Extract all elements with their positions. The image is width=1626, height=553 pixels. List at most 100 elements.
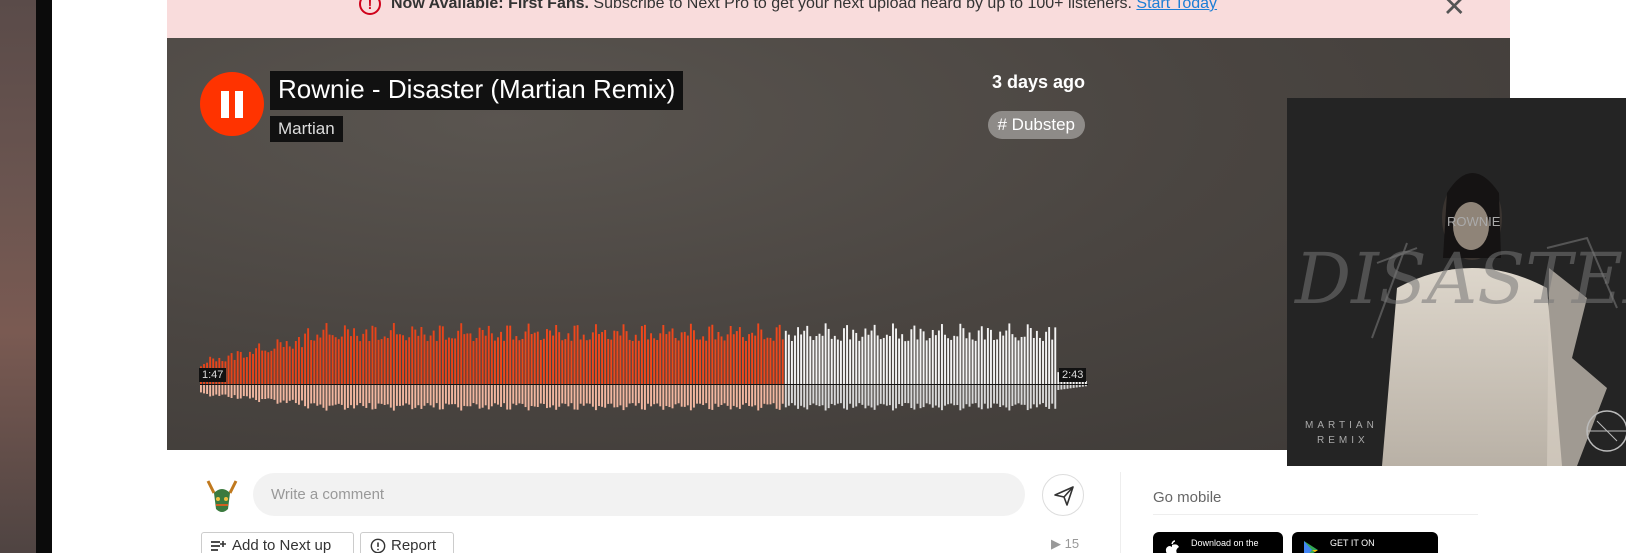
waveform-reflection-bar [493,385,496,404]
waveform-reflection-bar [466,385,469,407]
waveform-bar [953,335,956,384]
waveform-bar [297,337,300,384]
waveform-bar [735,331,738,384]
waveform-bar [487,325,490,384]
waveform-bar [582,334,585,384]
waveform-bar [386,337,389,384]
waveform-reflection-bar [895,385,897,409]
waveform-reflection-bar [542,385,545,404]
waveform-bar [411,326,414,384]
waveform-bar [322,329,325,384]
waveform-reflection-bar [1005,385,1008,408]
waveform-reflection-bar [610,385,613,404]
waveform-reflection-bar [974,385,977,404]
waveform-reflection-bar [1032,385,1035,405]
waveform[interactable] [200,300,1088,420]
waveform-reflection-bar [815,385,818,406]
waveform-bar [631,340,634,384]
send-button[interactable] [1042,474,1084,516]
waveform-reflection-bar [748,385,751,406]
waveform-bar [928,338,931,384]
waveform-reflection-bar [913,385,916,410]
waveform-bar [769,337,772,384]
waveform-bar [579,339,582,384]
waveform-bar [359,341,362,384]
waveform-reflection-bar [922,385,925,408]
waveform-reflection-bar [472,385,475,404]
waveform-reflection-bar [558,385,561,407]
waveform-bar [852,329,855,384]
waveform-bar [790,340,793,384]
waveform-bar [864,328,867,384]
waveform-bar [751,332,754,384]
google-play-icon [1304,541,1318,553]
waveform-reflection-bar [849,385,852,404]
waveform-bar [901,334,904,384]
waveform-bar [331,335,334,384]
waveform-reflection-bar [258,385,261,403]
track-artist[interactable]: Martian [270,116,343,142]
cover-artwork[interactable]: ROWNIE DISASTER MARTIAN REMIX [1287,98,1626,466]
waveform-reflection-bar [307,385,310,409]
waveform-bar [895,328,897,384]
waveform-bar [239,351,242,384]
report-button[interactable]: Report [360,532,454,553]
genre-tag[interactable]: # Dubstep [987,111,1085,139]
pause-icon [235,91,243,118]
start-today-link[interactable]: Start Today [1136,0,1217,12]
waveform-reflection-bar [1084,385,1087,387]
waveform-bar [867,334,870,384]
waveform-bar [1054,327,1057,384]
waveform-reflection-bar [803,385,806,408]
waveform-reflection-bar [570,385,573,404]
waveform-reflection-bar [1078,385,1081,388]
waveform-bar [689,323,692,384]
avatar[interactable] [200,475,244,519]
waveform-bar [463,334,466,384]
waveform-reflection-bar [999,385,1002,407]
waveform-reflection-bar [536,385,539,407]
waveform-bar [236,351,239,384]
waveform-reflection-bar [441,385,444,410]
waveform-reflection-bar [460,385,463,411]
waveform-reflection-bar [423,385,426,406]
waveform-bar [806,325,809,384]
waveform-reflection-bar [1026,385,1029,411]
waveform-reflection-bar [1066,385,1069,389]
waveform-reflection-bar [634,385,637,406]
waveform-reflection-bar [644,385,646,410]
waveform-bar [916,339,919,384]
waveform-reflection-bar [552,385,555,406]
waveform-bar [530,334,533,384]
comment-input[interactable] [253,473,1025,516]
waveform-bar [533,332,536,384]
waveform-reflection-bar [656,385,659,404]
waveform-bar [879,339,882,384]
close-icon[interactable]: ✕ [1443,0,1466,23]
waveform-reflection-bar [533,385,536,407]
waveform-reflection-bar [546,385,548,409]
app-store-badge[interactable]: Download on the [1153,532,1283,553]
waveform-reflection-bar [619,385,622,406]
waveform-bar [858,340,861,384]
waveform-bar [855,332,858,384]
pause-icon [221,91,229,118]
waveform-bar [766,337,769,384]
waveform-reflection-bar [478,385,481,409]
track-title[interactable]: Rownie - Disaster (Martian Remix) [270,71,684,110]
waveform-bar [346,329,349,384]
waveform-bar [699,339,702,384]
add-to-next-up-button[interactable]: Add to Next up [201,532,354,553]
waveform-reflection-bar [218,385,221,396]
add-to-next-up-label: Add to Next up [232,537,332,553]
waveform-bar [291,348,294,384]
waveform-reflection-bar [839,385,842,404]
waveform-bar [910,329,913,384]
pause-button[interactable] [200,72,264,136]
waveform-bar [870,330,873,384]
google-play-badge[interactable]: GET IT ON [1292,532,1438,553]
waveform-reflection-bar [956,385,959,406]
waveform-bar [285,341,288,384]
waveform-reflection-bar [944,385,946,406]
waveform-bar [714,339,717,384]
